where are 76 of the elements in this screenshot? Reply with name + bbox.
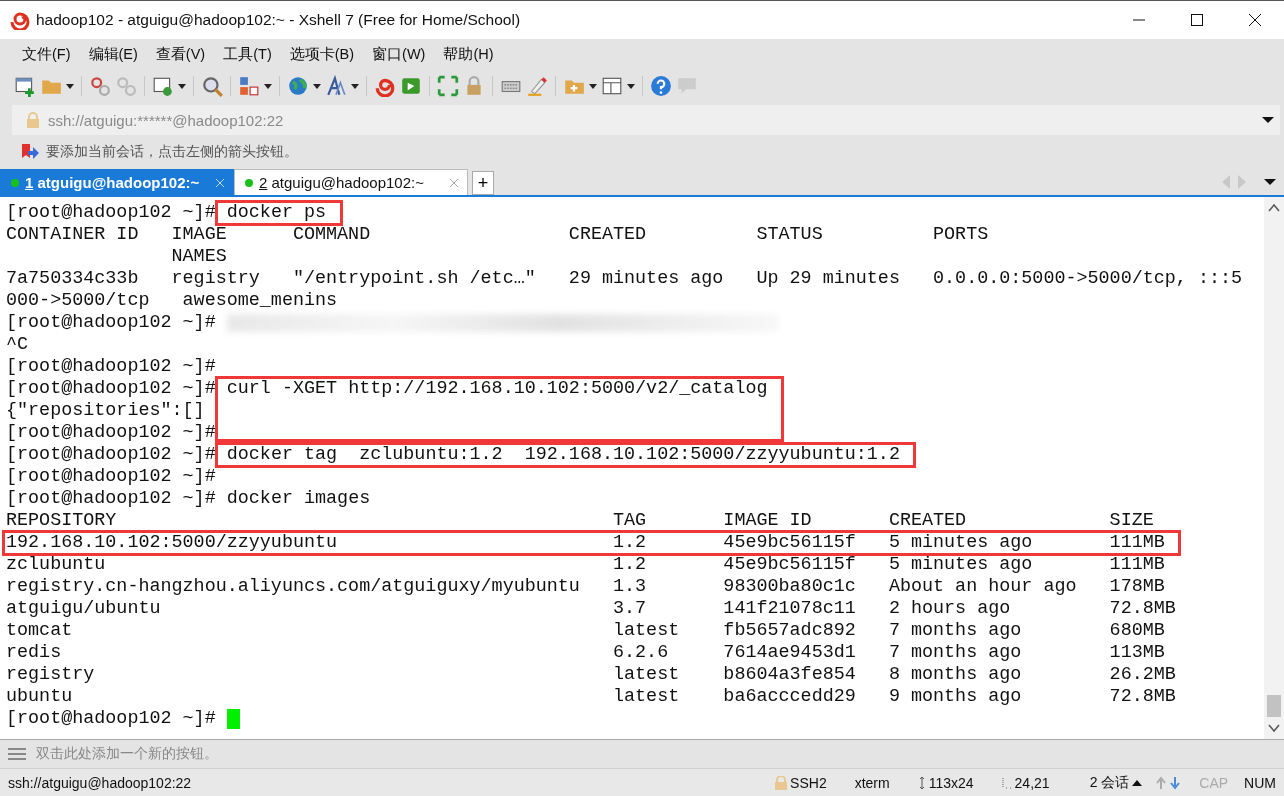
shell-prompt: [root@hadoop102 ~]# <box>6 708 217 730</box>
terminal-text: REPOSITORY TAG IMAGE ID CREATED SIZE <box>6 510 1154 532</box>
maximize-icon <box>1190 13 1204 27</box>
menu-item[interactable]: 帮助(H) <box>435 41 502 67</box>
shell-prompt: [root@hadoop102 ~]# <box>6 356 217 378</box>
globe-icon[interactable] <box>287 75 309 97</box>
terminal-text: docker tag zclubuntu:1.2 192.168.10.102:5000/zzyyubuntu:1.2 <box>226 444 900 466</box>
menu-item[interactable]: 查看(V) <box>147 41 214 67</box>
terminal-text: registry latest b8604a3fe854 8 months ago 26.2MB <box>6 664 1176 686</box>
settings-icon[interactable] <box>152 75 174 97</box>
app-logo-icon <box>10 10 30 30</box>
session-tab[interactable]: 1 atguigu@hadoop102:~ <box>0 169 234 195</box>
shell-prompt: [root@hadoop102 ~]# <box>6 312 217 334</box>
close-icon[interactable] <box>449 177 459 188</box>
terminal-size: 113x24 <box>928 775 974 791</box>
terminal-text: 7a750334c33b registry "/entrypoint.sh /etc…" 29 minutes ago Up 29 minutes 0.0.0.0:5000->5000/tcp, :::5 <box>6 268 1243 290</box>
menu-item[interactable]: 工具(T) <box>215 41 280 67</box>
shell-prompt: [root@hadoop102 ~]# <box>6 466 217 488</box>
terminal-text: atguigu/ubuntu 3.7 141f21078c11 2 hours ago 72.8MB <box>6 598 1176 620</box>
flag-arrow-icon[interactable] <box>20 142 40 162</box>
menu-icon[interactable] <box>8 747 26 761</box>
terminal-text: docker images <box>226 488 371 510</box>
terminal-text: docker ps <box>226 202 327 224</box>
shell-prompt: [root@hadoop102 ~]# <box>6 444 217 466</box>
scroll-up-icon[interactable] <box>1268 203 1280 213</box>
cursor-position: 24,21 <box>1014 775 1050 791</box>
key-indicator: NUM <box>1244 775 1276 791</box>
dropdown-icon[interactable] <box>1264 178 1276 186</box>
key-indicator: CAP <box>1199 775 1229 791</box>
window-title: hadoop102 - atguigu@hadoop102:~ - Xshell 7 (Free for Home/School) <box>36 11 522 29</box>
terminal-text: registry.cn-hangzhou.aliyuncs.com/atguiguxy/myubuntu 1.3 98300ba80c1c About an hour ago 178MB <box>6 576 1165 598</box>
protocol-label: SSH2 <box>790 775 827 791</box>
lock-icon <box>26 112 40 128</box>
shell-prompt: [root@hadoop102 ~]# <box>6 378 217 400</box>
new-tab-button[interactable]: + <box>472 171 494 195</box>
menu-item[interactable]: 文件(F) <box>14 41 79 67</box>
terminal-text: 192.168.10.102:5000/zzyyubuntu 1.2 45e9bc56115f 5 minutes ago 111MB <box>6 532 1165 554</box>
button-bar-hint: 双击此处添加一个新的按钮。 <box>36 745 218 763</box>
scroll-thumb[interactable] <box>1267 695 1281 717</box>
terminal-text: {"repositories":[] <box>6 400 205 422</box>
highlighter-icon[interactable] <box>526 75 548 97</box>
terminal-text: CONTAINER ID IMAGE COMMAND CREATED STATUS PORTS <box>6 224 989 246</box>
close-icon <box>1248 13 1262 27</box>
menu-item[interactable]: 窗口(W) <box>364 41 434 67</box>
menu-item[interactable]: 选项卡(B) <box>281 41 363 67</box>
caret-up-icon[interactable] <box>1132 779 1143 787</box>
session-tab[interactable]: 2 atguigu@hadoop102:~ <box>234 169 468 195</box>
help-icon[interactable] <box>650 75 672 97</box>
connection-status: ssh://atguigu@hadoop102:22 <box>8 775 193 791</box>
shell-prompt: [root@hadoop102 ~]# <box>6 422 217 444</box>
font-icon[interactable] <box>325 75 347 97</box>
scroll-down-icon[interactable] <box>1268 723 1280 733</box>
scrollbar[interactable] <box>1264 197 1284 739</box>
lock-icon <box>775 776 788 790</box>
terminal-text: ubuntu latest ba6acccedd29 9 months ago 72.8MB <box>6 686 1176 708</box>
search-icon[interactable] <box>201 75 223 97</box>
terminal-text: ^C <box>6 334 29 356</box>
new-window-icon[interactable] <box>14 75 36 97</box>
terminal-text: 000->5000/tcp awesome_menins <box>6 290 338 312</box>
session-count: 2 会话 <box>1089 774 1130 792</box>
shell-prompt: [root@hadoop102 ~]# <box>6 488 217 510</box>
layout-icon[interactable] <box>601 75 623 97</box>
cursor-position-icon <box>1001 777 1012 789</box>
terminal-text: zclubuntu 1.2 45e9bc56115f 5 minutes ago 111MB <box>6 554 1165 576</box>
terminal-text: tomcat latest fb5657adc892 7 months ago 680MB <box>6 620 1165 642</box>
terminal-text: NAMES <box>170 246 227 268</box>
hint-text: 要添加当前会话，点击左侧的箭头按钮。 <box>46 143 298 161</box>
terminal-type: xterm <box>854 775 890 791</box>
shell-prompt: [root@hadoop102 ~]# <box>6 202 217 224</box>
terminal-text: redis 6.2.6 7614ae9453d1 7 months ago 113MB <box>6 642 1165 664</box>
fullscreen-icon[interactable] <box>437 75 459 97</box>
resize-icon <box>917 776 926 790</box>
transfer-icon[interactable] <box>238 75 260 97</box>
menu-item[interactable]: 编辑(E) <box>80 41 146 67</box>
terminal-text: curl -XGET http://192.168.10.102:5000/v2/_catalog <box>226 378 768 400</box>
dropdown-icon[interactable] <box>1262 116 1274 124</box>
